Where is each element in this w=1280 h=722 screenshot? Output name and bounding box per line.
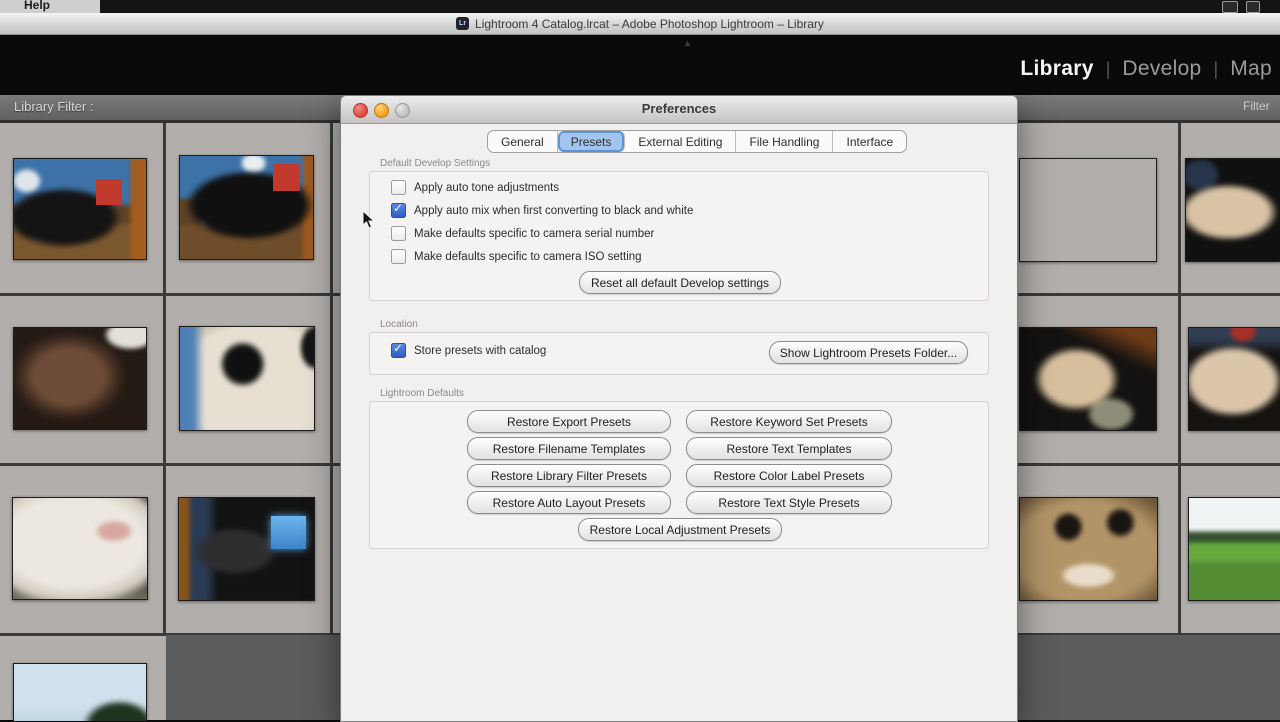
photo-thumbnail-cat-table-1[interactable] [13, 158, 147, 260]
section-label-location: Location [380, 319, 418, 330]
checkbox-camera-iso[interactable] [391, 249, 406, 264]
tab-external-editing[interactable]: External Editing [625, 131, 737, 152]
restore-auto-layout-presets-button[interactable]: Restore Auto Layout Presets [467, 491, 671, 514]
photo-thumbnail-cat-table-2[interactable] [179, 155, 314, 260]
reset-develop-settings-button[interactable]: Reset all default Develop settings [579, 271, 781, 294]
checkbox-auto-tone[interactable] [391, 180, 406, 195]
checkbox-store-presets[interactable] [391, 341, 406, 358]
photo-thumbnail-cream-cat[interactable] [1185, 158, 1280, 262]
grid-divider [330, 123, 333, 635]
grid-divider [163, 123, 166, 635]
photo-thumbnail-sky-trees[interactable] [13, 663, 147, 721]
module-library[interactable]: Library [1020, 57, 1093, 81]
display-status-icon[interactable] [1222, 1, 1238, 13]
photo-thumbnail-cat-tv[interactable] [178, 497, 315, 601]
os-menu-bar: Help [0, 0, 1280, 13]
menu-help[interactable]: Help [24, 0, 50, 12]
checkbox-label: Make defaults specific to camera ISO set… [414, 250, 642, 263]
photo-thumbnail-green-field[interactable] [1188, 497, 1280, 601]
checkbox-camera-serial[interactable] [391, 226, 406, 241]
preferences-tab-bar: General Presets External Editing File Ha… [487, 130, 908, 153]
app-top-panel: ▲ Library | Develop | Map [0, 35, 1280, 95]
section-label-lightroom-defaults: Lightroom Defaults [380, 388, 464, 399]
module-map[interactable]: Map [1230, 57, 1272, 81]
restore-color-label-presets-button[interactable]: Restore Color Label Presets [686, 464, 892, 487]
show-presets-folder-button[interactable]: Show Lightroom Presets Folder... [769, 341, 968, 364]
photo-thumbnail-orange-cat[interactable] [1019, 158, 1157, 262]
restore-filename-templates-button[interactable]: Restore Filename Templates [467, 437, 671, 460]
photo-thumbnail-cat-playing[interactable] [1019, 327, 1157, 431]
tab-interface[interactable]: Interface [833, 131, 906, 152]
lightroom-doc-icon: Lr [456, 17, 470, 30]
photo-thumbnail-white-cat[interactable] [12, 497, 148, 600]
module-picker: Library | Develop | Map [1020, 57, 1272, 81]
restore-text-templates-button[interactable]: Restore Text Templates [686, 437, 892, 460]
restore-text-style-presets-button[interactable]: Restore Text Style Presets [686, 491, 892, 514]
checkbox-label: Apply auto tone adjustments [414, 181, 560, 194]
mouse-cursor [362, 210, 375, 229]
checkbox-auto-mix-bw[interactable] [391, 201, 406, 218]
module-develop[interactable]: Develop [1122, 57, 1201, 81]
photo-thumbnail-cat-eye-closeup[interactable] [179, 326, 315, 431]
checkbox-label: Store presets with catalog [414, 344, 547, 357]
filter-label-clipped[interactable]: Filter [1243, 99, 1280, 113]
photo-thumbnail-two-cats[interactable] [1188, 327, 1280, 431]
preferences-dialog: Preferences General Presets External Edi… [340, 95, 1018, 722]
panel-collapse-arrow-icon[interactable]: ▲ [683, 38, 692, 48]
library-filter-label: Library Filter : [14, 99, 94, 114]
window-title-bar: Lr Lightroom 4 Catalog.lrcat – Adobe Pho… [0, 13, 1280, 35]
input-source-icon[interactable] [1246, 1, 1260, 13]
tab-presets[interactable]: Presets [557, 131, 626, 152]
window-title: Lightroom 4 Catalog.lrcat – Adobe Photos… [475, 16, 824, 31]
dialog-title: Preferences [641, 101, 717, 116]
tab-general[interactable]: General [488, 131, 558, 152]
dialog-title-bar: Preferences [341, 96, 1017, 124]
photo-thumbnail-blurry-closeup[interactable] [13, 327, 147, 430]
restore-keyword-set-presets-button[interactable]: Restore Keyword Set Presets [686, 410, 892, 433]
restore-library-filter-presets-button[interactable]: Restore Library Filter Presets [467, 464, 671, 487]
section-label-develop-settings: Default Develop Settings [380, 158, 491, 169]
photo-thumbnail-tabby-face[interactable] [1019, 497, 1158, 601]
grid-divider [1178, 123, 1181, 635]
module-divider: | [1105, 59, 1111, 79]
tab-file-handling[interactable]: File Handling [736, 131, 834, 152]
checkbox-label: Apply auto mix when first converting to … [414, 204, 694, 217]
checkbox-label: Make defaults specific to camera serial … [414, 227, 655, 240]
restore-local-adjustment-presets-button[interactable]: Restore Local Adjustment Presets [578, 518, 782, 541]
restore-export-presets-button[interactable]: Restore Export Presets [467, 410, 671, 433]
module-divider: | [1213, 59, 1219, 79]
